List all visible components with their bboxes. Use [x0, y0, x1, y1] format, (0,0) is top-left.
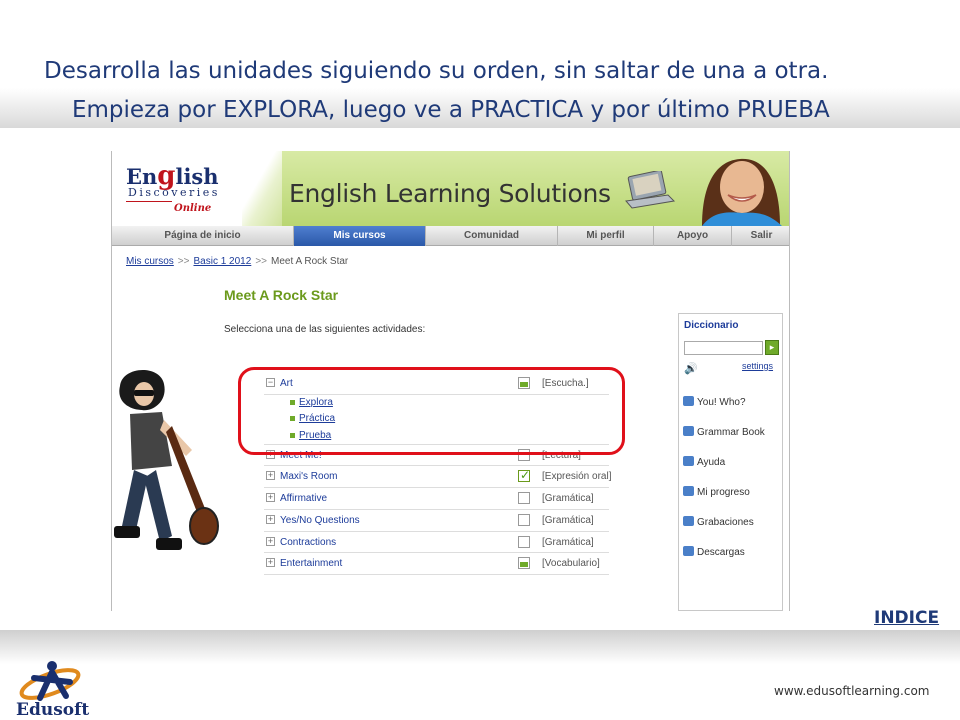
sidebar-panel: Diccionario ▸ 🔊 settings You! Who? Gramm…	[678, 313, 783, 611]
bottom-band	[0, 630, 960, 664]
rock-star-girl-illustration	[114, 369, 219, 550]
empty-progress-icon	[518, 448, 530, 461]
activity-row-yes-no-questions[interactable]: + Yes/No Questions [Gramática]	[264, 510, 609, 532]
app-header: English Discoveries Online English Learn…	[112, 151, 789, 226]
edusoft-label: Edusoft	[16, 700, 90, 720]
sub-activity-link[interactable]: Explora	[299, 397, 333, 408]
activity-type: [Gramática]	[542, 514, 594, 526]
help-icon	[683, 456, 694, 466]
logo-online: Online	[174, 203, 212, 214]
speaker-icon[interactable]: 🔊	[684, 362, 698, 375]
website-url[interactable]: www.edusoftlearning.com	[774, 684, 929, 698]
activity-list: − Art [Escucha.] Explora Práctica Prueba…	[264, 373, 612, 575]
main-nav: Página de inicio Mis cursos Comunidad Mi…	[112, 226, 789, 246]
completed-check-icon	[518, 468, 530, 483]
download-icon	[683, 546, 694, 556]
nav-mi-perfil[interactable]: Mi perfil	[558, 226, 654, 246]
expand-icon[interactable]: +	[266, 514, 275, 524]
activity-row-maxis-room[interactable]: + Maxi's Room [Expresión oral]	[264, 466, 612, 489]
sidebar-item-grabaciones[interactable]: Grabaciones	[683, 516, 754, 528]
activity-name[interactable]: Yes/No Questions	[280, 515, 360, 526]
sidebar-item-mi-progreso[interactable]: Mi progreso	[683, 486, 750, 498]
nav-apoyo[interactable]: Apoyo	[654, 226, 732, 246]
activity-name[interactable]: Affirmative	[280, 493, 327, 504]
sidebar-item-descargas[interactable]: Descargas	[683, 546, 745, 558]
collapse-icon[interactable]: −	[266, 378, 275, 387]
dictionary-settings-link[interactable]: settings	[742, 361, 773, 371]
smiling-woman-photo	[702, 158, 782, 226]
sub-activity-practica[interactable]: Práctica	[264, 411, 609, 428]
dictionary-title: Diccionario	[684, 320, 739, 331]
sub-activity-explora[interactable]: Explora	[264, 395, 609, 412]
activity-name[interactable]: Art	[280, 378, 293, 389]
indice-link[interactable]: INDICE	[874, 608, 939, 628]
empty-progress-icon	[518, 492, 530, 505]
bullet-icon	[290, 416, 295, 422]
nav-mis-cursos[interactable]: Mis cursos	[294, 226, 426, 246]
logo-discoveries: Discoveries	[128, 186, 220, 199]
activity-name[interactable]: Meet Me!	[280, 450, 322, 461]
laptop-icon	[625, 171, 676, 209]
activity-row-meet-me[interactable]: + Meet Me! [Lectura]	[264, 445, 609, 467]
sub-activity-link[interactable]: Prueba	[299, 430, 331, 441]
bullet-icon	[290, 399, 295, 405]
activity-type: [Gramática]	[542, 493, 594, 505]
expand-icon[interactable]: +	[266, 493, 275, 503]
activity-name[interactable]: Contractions	[280, 537, 336, 548]
breadcrumb-current: Meet A Rock Star	[271, 256, 349, 267]
empty-progress-icon	[518, 535, 530, 548]
sidebar-item-grammar-book[interactable]: Grammar Book	[683, 426, 765, 438]
dictionary-search-input[interactable]	[684, 341, 763, 355]
activity-type: [Escucha.]	[542, 378, 589, 389]
expand-icon[interactable]: +	[266, 449, 275, 459]
activity-row-entertainment[interactable]: + Entertainment [Vocabulario]	[264, 553, 609, 575]
expand-icon[interactable]: +	[266, 471, 275, 481]
header-title: English Learning Solutions	[289, 179, 611, 208]
chat-icon	[683, 396, 694, 406]
expand-icon[interactable]: +	[266, 536, 275, 546]
page-title: Meet A Rock Star	[224, 287, 339, 303]
activity-type: [Vocabulario]	[542, 558, 600, 570]
app-screenshot: English Discoveries Online English Learn…	[111, 151, 790, 611]
slide-title-line2: Empieza por EXPLORA, luego ve a PRACTICA…	[72, 97, 830, 123]
breadcrumb-mis-cursos[interactable]: Mis cursos	[126, 256, 174, 267]
sidebar-item-ayuda[interactable]: Ayuda	[683, 456, 725, 468]
activity-name[interactable]: Entertainment	[280, 558, 342, 569]
expand-icon[interactable]: +	[266, 558, 275, 568]
partial-progress-icon	[518, 377, 530, 389]
partial-progress-icon	[518, 557, 530, 570]
progress-icon	[683, 486, 694, 496]
activity-type: [Gramática]	[542, 536, 594, 548]
activity-type: [Expresión oral]	[542, 471, 612, 483]
sub-activity-prueba[interactable]: Prueba	[264, 428, 609, 445]
activity-row-art[interactable]: − Art [Escucha.]	[264, 373, 609, 395]
nav-comunidad[interactable]: Comunidad	[426, 226, 558, 246]
dictionary-go-button[interactable]: ▸	[765, 340, 779, 355]
bullet-icon	[290, 433, 295, 439]
slide-title-line1: Desarrolla las unidades siguiendo su ord…	[44, 58, 829, 84]
book-icon	[683, 426, 694, 436]
activity-row-contractions[interactable]: + Contractions [Gramática]	[264, 532, 609, 554]
activity-intro: Selecciona una de las siguientes activid…	[224, 324, 426, 335]
nav-pagina-de-inicio[interactable]: Página de inicio	[112, 226, 294, 246]
empty-progress-icon	[518, 513, 530, 526]
record-icon	[683, 516, 694, 526]
sub-activity-link[interactable]: Práctica	[299, 413, 335, 424]
activity-row-affirmative[interactable]: + Affirmative [Gramática]	[264, 488, 609, 510]
breadcrumb: Mis cursos >> Basic 1 2012 >> Meet A Rock St…	[126, 256, 349, 267]
sidebar-item-you-who[interactable]: You! Who?	[683, 396, 746, 408]
activity-name[interactable]: Maxi's Room	[280, 471, 337, 482]
breadcrumb-basic-1-2012[interactable]: Basic 1 2012	[193, 256, 251, 267]
activity-type: [Lectura]	[542, 449, 581, 461]
nav-salir[interactable]: Salir	[732, 226, 789, 246]
